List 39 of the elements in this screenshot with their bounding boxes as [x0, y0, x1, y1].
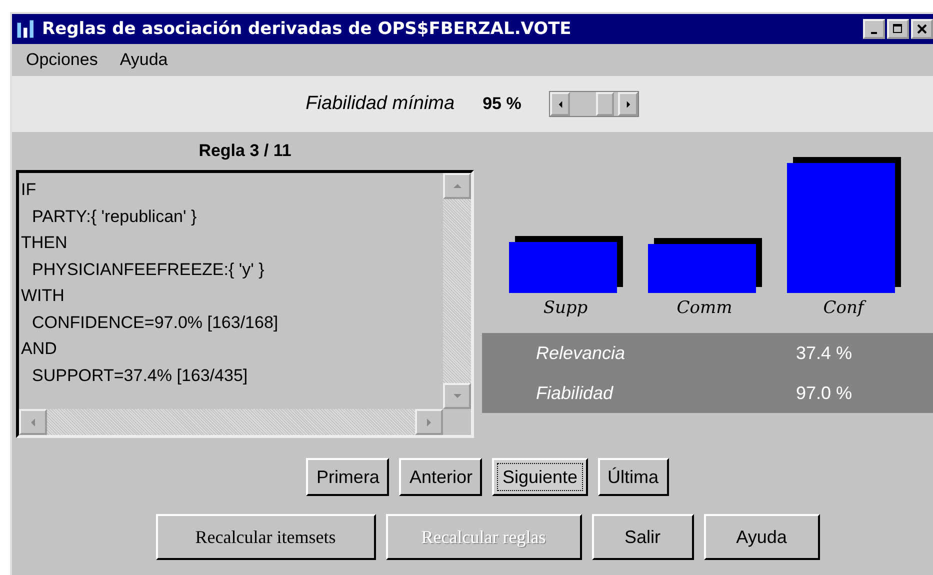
- threshold-scrollbar[interactable]: [549, 91, 640, 117]
- menu-item[interactable]: Opciones: [26, 50, 98, 70]
- menu-item[interactable]: Ayuda: [120, 50, 168, 70]
- slider-thumb[interactable]: [596, 92, 614, 116]
- rule-line: CONFIDENCE=97.0% [163/168]: [31, 312, 280, 334]
- threshold-value: 95 %: [482, 94, 522, 114]
- bar-label: Conf: [823, 293, 864, 321]
- maximize-icon: [893, 24, 903, 34]
- close-icon: [917, 24, 927, 34]
- minimize-icon: [871, 32, 877, 34]
- rule-line: IF: [21, 179, 38, 201]
- close-button[interactable]: [911, 19, 933, 39]
- stat-value: 97.0 %: [795, 382, 852, 404]
- minimize-button[interactable]: [863, 19, 885, 39]
- action-button[interactable]: Ayuda: [704, 514, 820, 560]
- maximize-button[interactable]: [887, 19, 909, 39]
- stat-label: Fiabilidad: [535, 382, 614, 404]
- stat-value: 37.4 %: [795, 342, 852, 364]
- rule-line: AND: [21, 338, 58, 360]
- stat-label: Relevancia: [535, 342, 626, 364]
- rule-heading: Regla 3 / 11: [198, 140, 292, 162]
- action-button[interactable]: Recalcular itemsets: [156, 514, 376, 560]
- action-button[interactable]: Salir: [592, 514, 694, 560]
- bar-label: Comm: [676, 297, 732, 320]
- nav-button[interactable]: Primera: [306, 458, 390, 496]
- nav-button[interactable]: Siguiente: [492, 458, 588, 496]
- window-title: Reglas de asociación derivadas de OPS$FBERZAL.VOTE: [42, 19, 572, 39]
- vertical-scrollbar[interactable]: [443, 173, 471, 409]
- rule-line: SUPPORT=37.4% [163/435]: [31, 364, 249, 386]
- bar-chart-icon: [16, 19, 36, 39]
- threshold-label: Fiabilidad mínima: [306, 93, 455, 115]
- rule-line: THEN: [21, 232, 68, 254]
- nav-button[interactable]: Última: [598, 458, 669, 496]
- bar-label: Supp: [543, 297, 588, 320]
- nav-button[interactable]: Anterior: [399, 458, 482, 496]
- rule-line: PHYSICIANFEEFREEZE:{ 'y' }: [31, 258, 266, 280]
- rule-text-area[interactable]: IF PARTY:{ 'republican' } THEN PHYSICIANFEEFREEZE:{ 'y' } WITH CONFIDENCE=97.0% [163/168] AND SUPPORT=37.4% [163/435]: [16, 170, 474, 438]
- rule-line: WITH: [21, 285, 66, 307]
- rule-line: PARTY:{ 'republican' }: [31, 206, 198, 228]
